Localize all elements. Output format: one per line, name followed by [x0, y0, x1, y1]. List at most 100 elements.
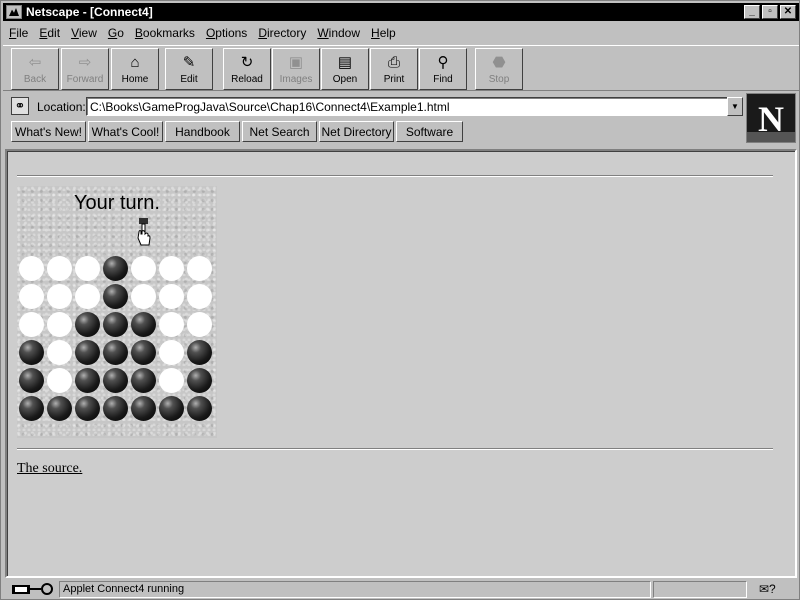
black-disc[interactable] [47, 396, 72, 421]
security-key-icon[interactable] [11, 581, 55, 597]
empty-slot[interactable] [131, 284, 156, 309]
empty-slot[interactable] [187, 284, 212, 309]
empty-slot[interactable] [159, 340, 184, 365]
progress-panel [653, 581, 747, 598]
black-disc[interactable] [187, 340, 212, 365]
handbook-button[interactable]: Handbook [165, 121, 240, 142]
empty-slot[interactable] [159, 284, 184, 309]
turn-status-text: Your turn. [74, 192, 160, 214]
black-disc[interactable] [103, 284, 128, 309]
black-disc[interactable] [131, 396, 156, 421]
black-disc[interactable] [103, 368, 128, 393]
black-disc[interactable] [187, 368, 212, 393]
black-disc[interactable] [131, 368, 156, 393]
menu-file[interactable]: File [9, 26, 28, 40]
empty-slot[interactable] [47, 312, 72, 337]
printer-icon: ⎙ [387, 54, 401, 71]
images-button[interactable]: ▣ Images [272, 48, 320, 90]
bookmark-link-icon[interactable]: ⚭ [11, 97, 29, 115]
black-disc[interactable] [131, 340, 156, 365]
menu-bar: File Edit View Go Bookmarks Options Dire… [3, 23, 799, 43]
empty-slot[interactable] [159, 368, 184, 393]
horizontal-rule [17, 448, 773, 450]
black-disc[interactable] [75, 340, 100, 365]
menu-help[interactable]: Help [371, 26, 396, 40]
empty-slot[interactable] [159, 312, 184, 337]
back-arrow-icon: ⇦ [28, 54, 42, 71]
black-disc[interactable] [103, 256, 128, 281]
empty-slot[interactable] [187, 256, 212, 281]
horizontal-rule [17, 175, 773, 177]
menu-options[interactable]: Options [206, 26, 247, 40]
black-disc[interactable] [103, 312, 128, 337]
net-search-button[interactable]: Net Search [242, 121, 317, 142]
black-disc[interactable] [187, 396, 212, 421]
black-disc[interactable] [19, 368, 44, 393]
mail-help-icon[interactable]: ✉? [759, 582, 776, 596]
empty-slot[interactable] [19, 284, 44, 309]
binoculars-icon: ⚲ [437, 54, 449, 71]
page-content: Your turn. The source. [5, 149, 797, 578]
black-disc[interactable] [159, 396, 184, 421]
empty-slot[interactable] [159, 256, 184, 281]
empty-slot[interactable] [47, 284, 72, 309]
empty-slot[interactable] [19, 256, 44, 281]
window-title: Netscape - [Connect4] [26, 5, 153, 19]
forward-button[interactable]: ⇨ Forward [61, 48, 109, 90]
location-input[interactable]: C:\Books\GameProgJava\Source\Chap16\Conn… [86, 97, 728, 116]
home-icon: ⌂ [130, 54, 140, 71]
netscape-app-icon[interactable] [6, 5, 22, 19]
black-disc[interactable] [19, 340, 44, 365]
empty-slot[interactable] [47, 256, 72, 281]
empty-slot[interactable] [19, 312, 44, 337]
back-button[interactable]: ⇦ Back [11, 48, 59, 90]
empty-slot[interactable] [187, 312, 212, 337]
empty-slot[interactable] [47, 368, 72, 393]
home-button[interactable]: ⌂ Home [111, 48, 159, 90]
software-button[interactable]: Software [396, 121, 463, 142]
empty-slot[interactable] [75, 284, 100, 309]
menu-directory[interactable]: Directory [258, 26, 306, 40]
black-disc[interactable] [75, 368, 100, 393]
close-button[interactable]: ✕ [780, 5, 796, 19]
status-message: Applet Connect4 running [59, 581, 651, 598]
restore-button[interactable]: ▫ [762, 5, 778, 19]
print-button[interactable]: ⎙ Print [370, 48, 418, 90]
netscape-logo[interactable]: N [746, 93, 796, 143]
black-disc[interactable] [131, 312, 156, 337]
open-icon: ▤ [337, 54, 353, 71]
location-bar: ⚭ Location: C:\Books\GameProgJava\Source… [3, 95, 743, 119]
black-disc[interactable] [75, 312, 100, 337]
browser-window: Netscape - [Connect4] _ ▫ ✕ File Edit Vi… [0, 0, 800, 600]
reload-button[interactable]: ↻ Reload [223, 48, 271, 90]
find-button[interactable]: ⚲ Find [419, 48, 467, 90]
logo-letter: N [758, 99, 784, 139]
menu-window[interactable]: Window [317, 26, 360, 40]
location-label: Location: [37, 100, 86, 114]
black-disc[interactable] [103, 396, 128, 421]
menu-edit[interactable]: Edit [39, 26, 60, 40]
black-disc[interactable] [103, 340, 128, 365]
navigation-toolbar: ⇦ Back ⇨ Forward ⌂ Home ✎ Edit ↻ Reload … [3, 45, 799, 91]
empty-slot[interactable] [131, 256, 156, 281]
images-icon: ▣ [288, 54, 304, 71]
location-dropdown-button[interactable]: ▼ [727, 97, 743, 116]
pencil-icon: ✎ [182, 54, 196, 71]
whats-cool-button[interactable]: What's Cool! [88, 121, 163, 142]
menu-bookmarks[interactable]: Bookmarks [135, 26, 195, 40]
source-link[interactable]: The source. [17, 461, 82, 477]
empty-slot[interactable] [75, 256, 100, 281]
whats-new-button[interactable]: What's New! [11, 121, 86, 142]
net-directory-button[interactable]: Net Directory [319, 121, 394, 142]
empty-slot[interactable] [47, 340, 72, 365]
stop-button[interactable]: ⬣ Stop [475, 48, 523, 90]
minimize-button[interactable]: _ [744, 5, 760, 19]
menu-view[interactable]: View [71, 26, 97, 40]
forward-arrow-icon: ⇨ [78, 54, 92, 71]
edit-button[interactable]: ✎ Edit [165, 48, 213, 90]
menu-go[interactable]: Go [108, 26, 124, 40]
connect4-applet[interactable]: Your turn. [17, 186, 217, 438]
black-disc[interactable] [19, 396, 44, 421]
open-button[interactable]: ▤ Open [321, 48, 369, 90]
black-disc[interactable] [75, 396, 100, 421]
